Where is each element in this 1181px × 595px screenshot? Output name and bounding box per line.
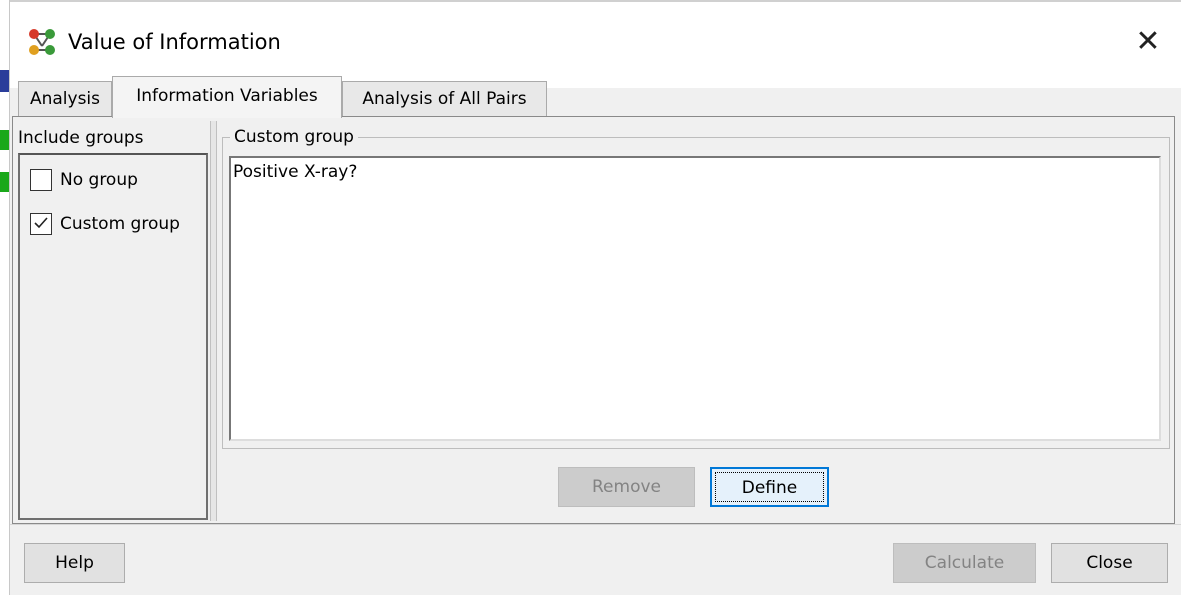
- no-group-checkbox[interactable]: [30, 169, 52, 191]
- window-title: Value of Information: [68, 30, 281, 54]
- background-window-edge: [0, 0, 10, 595]
- focus-ring: [715, 472, 824, 502]
- include-groups-list: [18, 153, 208, 520]
- list-item[interactable]: Positive X-ray?: [233, 162, 357, 182]
- calculate-button[interactable]: Calculate: [893, 543, 1036, 583]
- tab-analysis[interactable]: Analysis: [18, 81, 112, 116]
- help-button[interactable]: Help: [24, 543, 125, 583]
- custom-group-label: Custom group: [60, 214, 180, 234]
- close-window-button[interactable]: ✕: [1128, 22, 1168, 62]
- checkmark-icon: [34, 217, 48, 229]
- tab-information-variables[interactable]: Information Variables: [112, 76, 342, 118]
- define-button[interactable]: Define: [710, 467, 829, 507]
- tab-analysis-of-all-pairs[interactable]: Analysis of All Pairs: [342, 81, 547, 116]
- include-groups-header: Include groups: [18, 128, 144, 148]
- background-blue-mark: [0, 70, 9, 92]
- remove-button[interactable]: Remove: [558, 467, 695, 507]
- panel-splitter[interactable]: [210, 121, 217, 521]
- custom-group-legend: Custom group: [230, 127, 358, 147]
- background-green-mark: [0, 130, 9, 150]
- no-group-label: No group: [60, 170, 138, 190]
- custom-group-list[interactable]: [229, 156, 1161, 441]
- background-green-mark: [0, 172, 9, 192]
- no-group-checkbox-row[interactable]: No group: [30, 166, 138, 194]
- custom-group-checkbox[interactable]: [30, 213, 52, 235]
- footer-divider: [10, 524, 1181, 525]
- custom-group-checkbox-row[interactable]: Custom group: [30, 210, 180, 238]
- network-nodes-icon: [29, 29, 55, 55]
- close-button[interactable]: Close: [1051, 543, 1168, 583]
